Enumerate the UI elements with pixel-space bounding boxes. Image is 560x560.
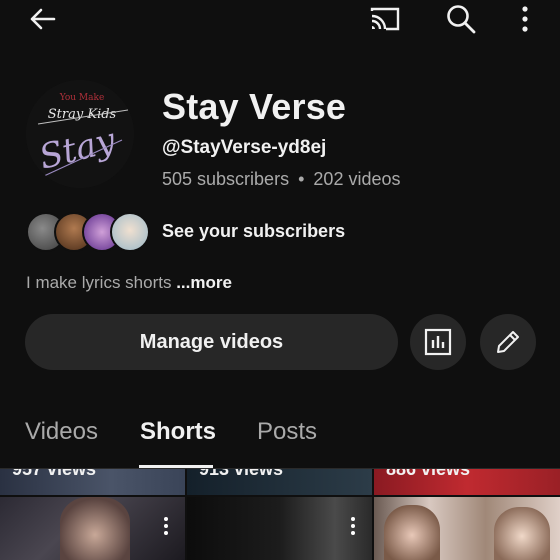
- stats-separator: •: [298, 169, 305, 189]
- pencil-icon: [497, 331, 519, 353]
- short-thumbnail[interactable]: 886 views: [374, 469, 560, 495]
- short-thumbnail[interactable]: [0, 497, 185, 560]
- cast-button[interactable]: [364, 2, 406, 36]
- short-menu-button[interactable]: [164, 517, 168, 538]
- video-count: 202 videos: [313, 169, 401, 189]
- more-vert-icon: [522, 6, 528, 32]
- see-subscribers-link[interactable]: See your subscribers: [162, 221, 345, 242]
- svg-text:Stray Kids: Stray Kids: [48, 107, 117, 122]
- more-link[interactable]: ...more: [176, 273, 232, 292]
- tab-videos[interactable]: Videos: [25, 418, 98, 446]
- short-thumbnail[interactable]: [374, 497, 560, 560]
- more-options-button[interactable]: [510, 2, 540, 36]
- short-thumbnail[interactable]: 957 views: [0, 469, 185, 495]
- svg-text:You Make: You Make: [59, 93, 105, 103]
- short-thumbnail[interactable]: [187, 497, 372, 560]
- back-arrow-icon: [30, 8, 56, 30]
- manage-videos-button[interactable]: Manage videos: [25, 314, 398, 370]
- edit-button[interactable]: [480, 314, 536, 370]
- short-thumbnail[interactable]: 913 views: [187, 469, 372, 495]
- search-button[interactable]: [440, 2, 482, 36]
- subscriber-count: 505 subscribers: [162, 169, 290, 189]
- search-icon: [447, 5, 476, 34]
- channel-stats: 505 subscribers • 202 videos: [162, 169, 401, 190]
- description-text: I make lyrics shorts: [26, 273, 177, 292]
- channel-avatar-art: You Make Stray Kids Stay: [26, 80, 134, 188]
- channel-description[interactable]: I make lyrics shorts ...more: [26, 273, 232, 293]
- channel-name: Stay Verse: [162, 86, 347, 127]
- short-views: 957 views: [12, 469, 97, 479]
- short-views: 886 views: [386, 469, 471, 479]
- tab-posts[interactable]: Posts: [257, 418, 317, 446]
- channel-handle: @StayVerse-yd8ej: [162, 137, 327, 158]
- analytics-button[interactable]: [410, 314, 466, 370]
- subscriber-avatars[interactable]: [26, 212, 150, 252]
- tab-shorts[interactable]: Shorts: [140, 418, 216, 446]
- short-menu-button[interactable]: [351, 517, 355, 538]
- subscriber-avatar: [110, 212, 150, 252]
- analytics-icon: [424, 328, 452, 356]
- short-views: 913 views: [199, 469, 284, 479]
- cast-icon: [370, 7, 400, 31]
- back-button[interactable]: [22, 2, 62, 36]
- channel-avatar[interactable]: You Make Stray Kids Stay: [26, 80, 134, 188]
